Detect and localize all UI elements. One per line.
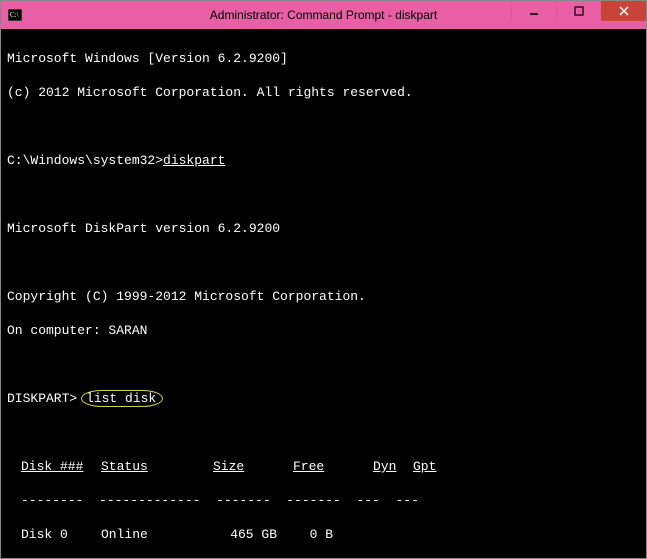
disk-table-header: Disk ###StatusSizeFreeDynGpt — [7, 458, 640, 475]
cmd-icon: C:\ — [7, 7, 23, 23]
computer-name: SARAN — [108, 323, 147, 338]
diskpart-copyright: Copyright (C) 1999-2012 Microsoft Corpor… — [7, 288, 640, 305]
window-controls — [511, 1, 646, 29]
svg-text:C:\: C:\ — [10, 11, 19, 19]
minimize-button[interactable] — [511, 1, 556, 21]
os-copyright: (c) 2012 Microsoft Corporation. All righ… — [7, 84, 640, 101]
computer-label: On computer: — [7, 323, 108, 338]
window: C:\ Administrator: Command Prompt - disk… — [0, 0, 647, 559]
cmd-diskpart: diskpart — [163, 153, 225, 168]
window-title: Administrator: Command Prompt - diskpart — [210, 8, 437, 22]
prompt-line: C:\Windows\system32>diskpart — [7, 152, 640, 169]
terminal-output[interactable]: Microsoft Windows [Version 6.2.9200] (c)… — [1, 29, 646, 558]
close-button[interactable] — [601, 1, 646, 21]
computer-line: On computer: SARAN — [7, 322, 640, 339]
os-version: Microsoft Windows [Version 6.2.9200] — [7, 50, 640, 67]
disk-table-divider: -------- ------------- ------- ------- -… — [7, 492, 640, 509]
shell-prompt: C:\Windows\system32> — [7, 153, 163, 168]
maximize-button[interactable] — [556, 1, 601, 21]
diskpart-version: Microsoft DiskPart version 6.2.9200 — [7, 220, 640, 237]
table-row: Disk 0Online465 GB0 B — [7, 526, 640, 543]
cmd-list-disk: list disk — [81, 390, 163, 407]
dp-prompt-list-disk: DISKPART> list disk — [7, 390, 640, 407]
titlebar[interactable]: C:\ Administrator: Command Prompt - disk… — [1, 1, 646, 29]
